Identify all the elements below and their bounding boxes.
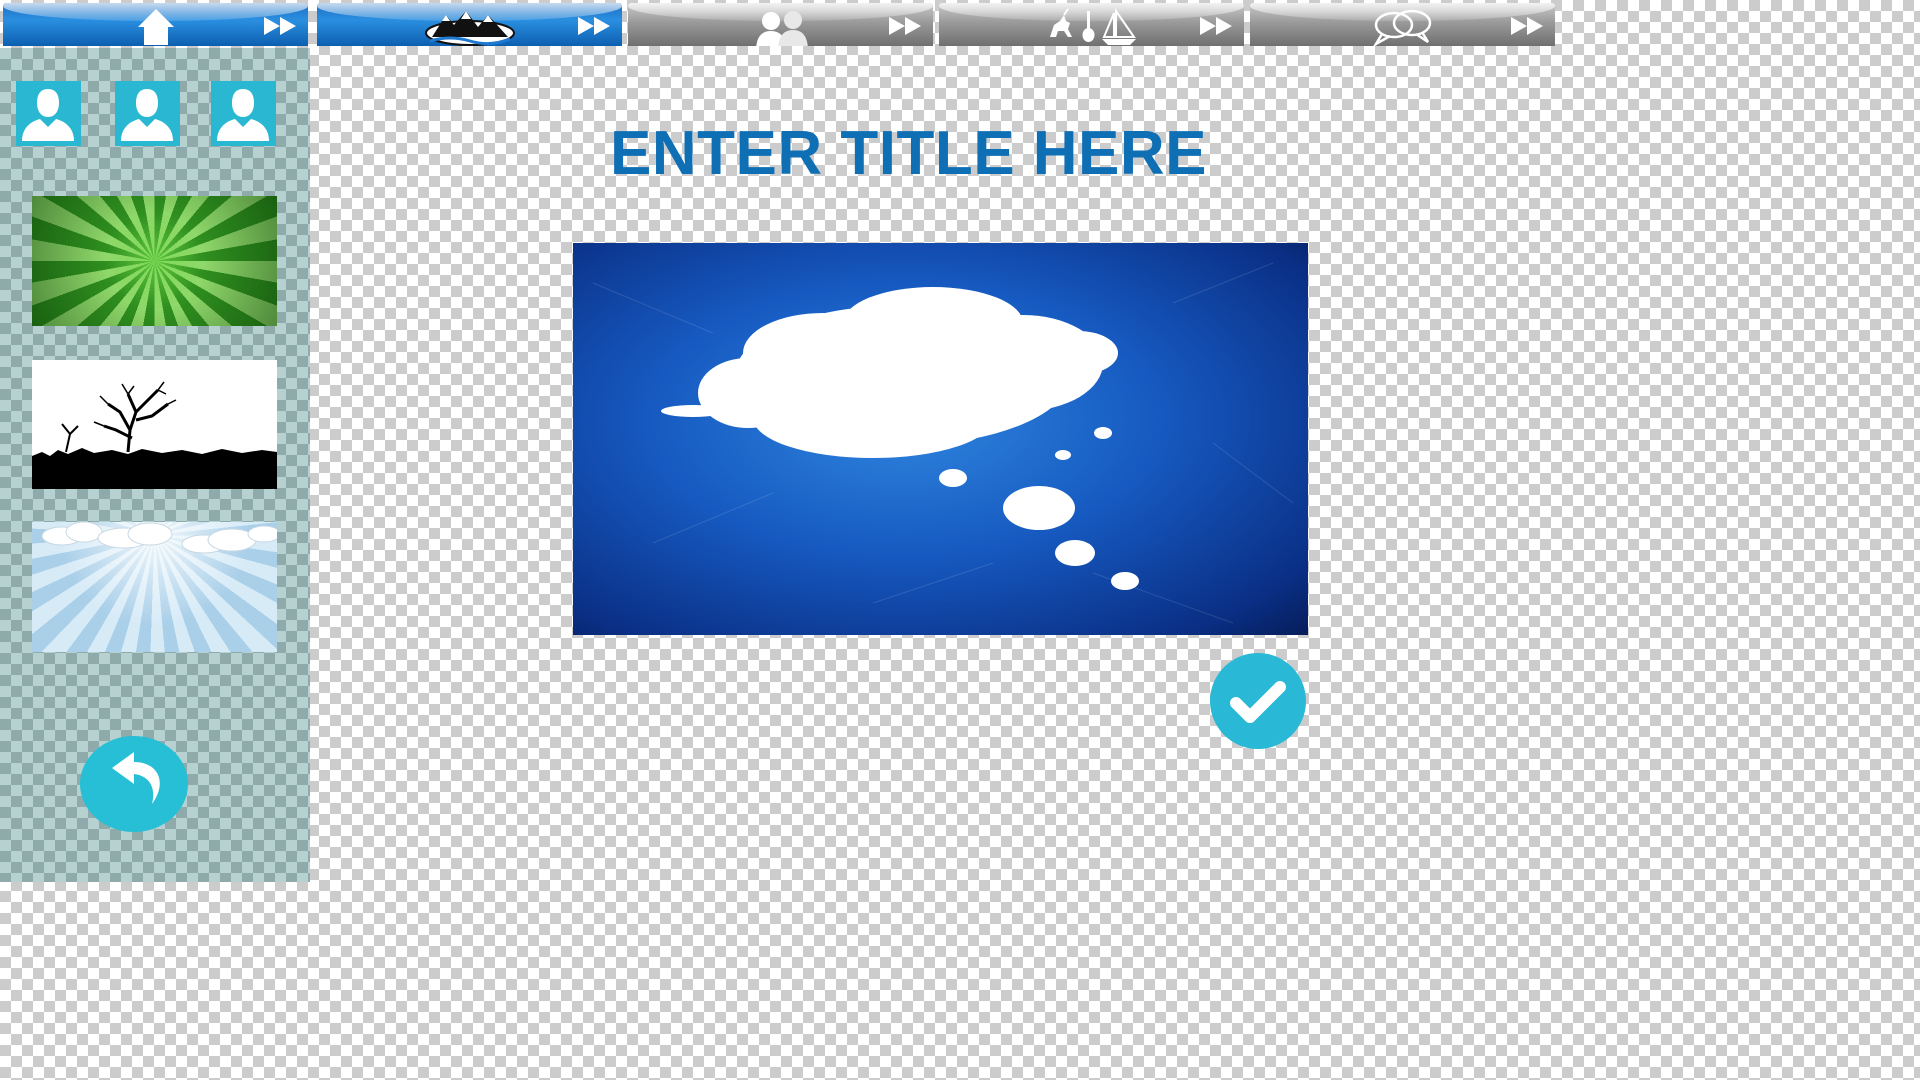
fast-forward-icon <box>264 17 296 35</box>
tab-objects[interactable] <box>939 3 1244 46</box>
checkmark-icon <box>1230 681 1286 723</box>
canvas-background-image[interactable] <box>573 243 1308 635</box>
page-title[interactable]: ENTER TITLE HERE <box>610 118 1270 189</box>
clouds-image <box>41 522 277 554</box>
house-icon <box>137 9 174 45</box>
mountains-icon <box>424 11 515 46</box>
undo-button[interactable] <box>80 736 188 832</box>
tab-speech[interactable] <box>1250 3 1555 46</box>
avatar-button-2[interactable] <box>115 81 180 146</box>
background-thumbnail-green-sunburst[interactable] <box>32 196 277 326</box>
undo-arrow-icon <box>112 752 160 804</box>
tab-home[interactable] <box>3 3 308 46</box>
confirm-button[interactable] <box>1210 653 1306 749</box>
tree-silhouette-image <box>32 381 277 489</box>
unicorn-guitar-sailboat-icon <box>1049 7 1136 45</box>
tab-people[interactable] <box>628 3 933 46</box>
fast-forward-icon <box>1511 17 1543 35</box>
people-icon <box>755 11 808 46</box>
background-thumbnail-sky-clouds[interactable] <box>32 522 277 652</box>
avatar-button-1[interactable] <box>16 81 81 146</box>
person-icon <box>121 89 173 141</box>
top-tab-bar <box>0 0 1568 48</box>
person-icon <box>22 89 74 141</box>
sidebar <box>0 48 310 882</box>
fast-forward-icon <box>1200 17 1232 35</box>
person-icon <box>217 89 269 141</box>
tab-scenery[interactable] <box>317 3 622 46</box>
background-thumbnail-tree-silhouette[interactable] <box>32 360 277 489</box>
thought-cloud-image <box>592 262 1294 624</box>
fast-forward-icon <box>578 17 610 35</box>
avatar-button-3[interactable] <box>211 81 276 146</box>
speech-bubbles-icon <box>1372 9 1431 46</box>
fast-forward-icon <box>889 17 921 35</box>
